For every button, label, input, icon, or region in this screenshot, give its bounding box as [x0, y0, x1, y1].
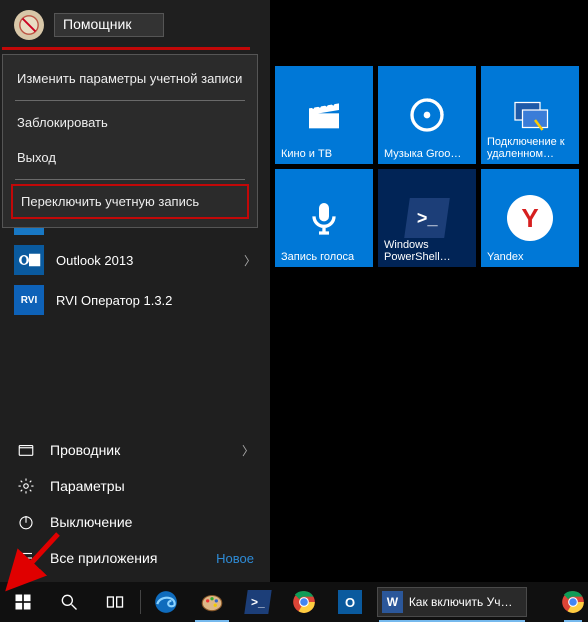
search-icon — [59, 592, 79, 612]
tile-movies-tv[interactable]: Кино и ТВ — [275, 66, 373, 164]
power-icon — [16, 512, 36, 532]
yandex-icon: Y — [507, 195, 553, 241]
tile-label: Музыка Groo… — [384, 148, 470, 160]
task-view-icon — [105, 592, 125, 612]
search-button[interactable] — [46, 582, 92, 622]
task-view-button[interactable] — [92, 582, 138, 622]
taskbar-app-chrome[interactable] — [281, 582, 327, 622]
microphone-icon — [304, 198, 344, 238]
annotation-underline — [2, 47, 250, 50]
tile-label: Запись голоса — [281, 251, 367, 263]
chrome-icon — [560, 589, 586, 615]
chrome-icon — [291, 589, 317, 615]
rvi-icon: RVI — [14, 285, 44, 315]
user-header[interactable]: Помощник — [0, 0, 270, 50]
taskbar-app-edge[interactable] — [143, 582, 189, 622]
tile-label: Подключение к удаленном… — [487, 136, 573, 160]
remote-desktop-icon — [510, 95, 550, 135]
nav-label: Параметры — [50, 478, 125, 494]
taskbar-app-outlook[interactable]: O — [327, 582, 373, 622]
taskbar: >_ O W Как включить Учет… — [0, 582, 588, 622]
taskbar-app-powershell[interactable]: >_ — [235, 582, 281, 622]
new-badge: Новое — [216, 551, 254, 566]
nav-all-apps[interactable]: Все приложения Новое — [0, 540, 270, 576]
nav-power[interactable]: Выключение — [0, 504, 270, 540]
start-menu: Помощник Изменить параметры учетной запи… — [0, 0, 270, 582]
nav-label: Все приложения — [50, 550, 157, 566]
start-button[interactable] — [0, 582, 46, 622]
tile-label: Кино и ТВ — [281, 148, 367, 160]
paint-icon — [199, 589, 225, 615]
tile-yandex[interactable]: Y Yandex — [481, 169, 579, 267]
gear-icon — [16, 476, 36, 496]
menu-separator — [15, 100, 245, 101]
menu-lock[interactable]: Заблокировать — [3, 105, 257, 140]
menu-separator — [15, 179, 245, 180]
user-name-label: Помощник — [63, 16, 131, 32]
tile-groove-music[interactable]: Музыка Groo… — [378, 66, 476, 164]
app-label: Outlook 2013 — [56, 253, 133, 268]
word-icon: W — [382, 591, 403, 613]
chevron-right-icon: 〉 — [242, 442, 254, 459]
music-disc-icon — [407, 95, 447, 135]
tile-remote-desktop[interactable]: Подключение к удаленном… — [481, 66, 579, 164]
nav-settings[interactable]: Параметры — [0, 468, 270, 504]
nav-label: Проводник — [50, 442, 120, 458]
nav-explorer[interactable]: Проводник 〉 — [0, 432, 270, 468]
clapperboard-icon — [304, 95, 344, 135]
taskbar-separator — [140, 590, 141, 614]
tile-powershell[interactable]: >_ WindowsPowerShell… — [378, 169, 476, 267]
menu-sign-out[interactable]: Выход — [3, 140, 257, 175]
word-window-title: Как включить Учет… — [409, 595, 518, 609]
taskbar-app-paint[interactable] — [189, 582, 235, 622]
outlook-icon: O — [338, 590, 362, 614]
user-avatar-icon — [14, 10, 44, 40]
tile-label: WindowsPowerShell… — [384, 239, 470, 263]
start-menu-bottom-nav: Проводник 〉 Параметры Выключение Все при… — [0, 428, 270, 582]
app-outlook[interactable]: Outlook 2013 〉 — [0, 240, 270, 280]
app-label: RVI Оператор 1.3.2 — [56, 293, 172, 308]
user-name-button[interactable]: Помощник — [54, 13, 164, 37]
tile-label: Yandex — [487, 251, 573, 263]
all-apps-icon — [16, 548, 36, 568]
powershell-icon: >_ — [244, 590, 271, 614]
tile-voice-recorder[interactable]: Запись голоса — [275, 169, 373, 267]
account-context-menu: Изменить параметры учетной записи Заблок… — [2, 54, 258, 228]
windows-logo-icon — [13, 592, 33, 612]
explorer-icon — [16, 440, 36, 460]
menu-change-account-settings[interactable]: Изменить параметры учетной записи — [3, 61, 257, 96]
start-tiles: Кино и ТВ Музыка Groo… Подключение к уда… — [275, 66, 579, 267]
taskbar-app-word[interactable]: W Как включить Учет… — [373, 582, 531, 622]
menu-switch-user[interactable]: Переключить учетную запись — [11, 184, 249, 219]
chevron-right-icon: 〉 — [244, 252, 256, 269]
outlook-icon — [14, 245, 44, 275]
powershell-icon: >_ — [404, 198, 450, 238]
edge-icon — [153, 589, 179, 615]
app-rvi[interactable]: RVI RVI Оператор 1.3.2 — [0, 280, 270, 320]
nav-label: Выключение — [50, 514, 132, 530]
taskbar-app-chrome-right[interactable] — [558, 582, 588, 622]
